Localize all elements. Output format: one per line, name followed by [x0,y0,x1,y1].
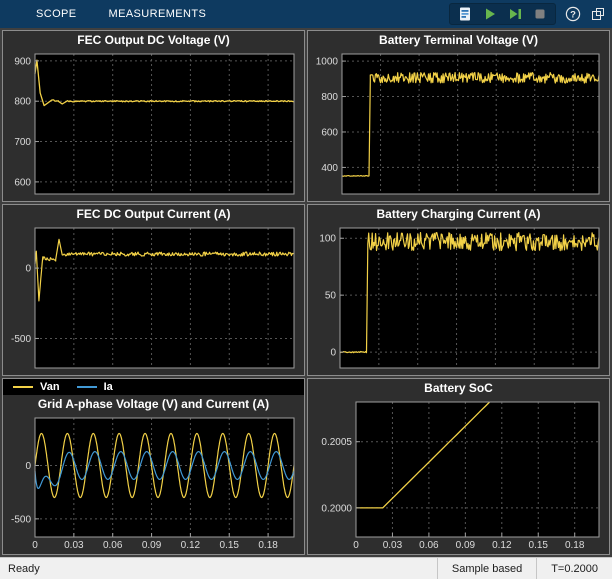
panel-fec-dc-output-current: FEC DC Output Current (A) -500 0 [2,204,305,376]
svg-text:0: 0 [25,264,31,275]
svg-text:0.2005: 0.2005 [321,437,352,448]
plot-grid-a-phase[interactable]: -500 0 0 0.03 0.06 0.09 0.12 0.15 0.18 [5,413,302,552]
help-button[interactable]: ? [565,6,581,22]
panel-grid-a-phase: Van Ia Grid A-phase Voltage (V) and Curr… [2,378,305,555]
svg-text:0.09: 0.09 [456,540,476,551]
svg-text:-500: -500 [11,334,31,345]
legend: Van Ia [3,379,304,395]
svg-text:0.03: 0.03 [64,540,84,551]
chart-title: FEC Output DC Voltage (V) [3,31,304,49]
svg-text:0.18: 0.18 [565,540,585,551]
tab-measurements[interactable]: MEASUREMENTS [93,0,223,28]
plot-battery-charging-current[interactable]: 0 50 100 [310,223,607,373]
panel-battery-charging-current: Battery Charging Current (A) 0 50 100 [307,204,610,376]
simulation-manager-icon[interactable] [457,6,473,22]
status-sim-time: T=0.2000 [536,558,612,579]
svg-text:?: ? [570,9,576,20]
legend-item-van[interactable]: Van [40,381,60,393]
panel-fec-output-dc-voltage: FEC Output DC Voltage (V) 600 700 800 900 [2,30,305,202]
tab-scope[interactable]: SCOPE [20,0,93,28]
svg-text:-500: -500 [11,514,31,525]
panel-battery-terminal-voltage: Battery Terminal Voltage (V) 400 600 800 10… [307,30,610,202]
chart-title: Battery Terminal Voltage (V) [308,31,609,49]
svg-text:0.09: 0.09 [142,540,162,551]
status-bar: Ready Sample based T=0.2000 [0,557,612,579]
svg-text:0.2000: 0.2000 [321,503,352,514]
panel-battery-soc: Battery SoC 0.2000 0.2005 0 0.03 0.06 0.09 0.1… [307,378,610,555]
svg-text:600: 600 [14,177,31,188]
simulation-button-group [449,3,556,25]
toolbar-actions: ? [449,0,606,28]
plot-fec-dc-output-current[interactable]: -500 0 [5,223,302,373]
chart-title: FEC DC Output Current (A) [3,205,304,223]
svg-text:0.06: 0.06 [103,540,123,551]
svg-text:400: 400 [321,163,338,174]
plot-battery-soc[interactable]: 0.2000 0.2005 0 0.03 0.06 0.09 0.12 0.15 0.18 [310,397,607,552]
svg-text:600: 600 [321,127,338,138]
chart-title: Battery SoC [308,379,609,397]
svg-text:100: 100 [319,234,336,245]
svg-text:0: 0 [353,540,359,551]
step-forward-button[interactable] [507,6,523,22]
svg-text:1000: 1000 [316,57,339,68]
svg-text:0: 0 [25,461,31,472]
svg-text:0.06: 0.06 [419,540,439,551]
svg-text:0.18: 0.18 [258,540,278,551]
svg-text:50: 50 [325,291,337,302]
toolstrip: SCOPE MEASUREMENTS [0,0,612,28]
svg-text:800: 800 [14,97,31,108]
svg-text:900: 900 [14,56,31,67]
svg-text:0.15: 0.15 [220,540,240,551]
plot-fec-output-dc-voltage[interactable]: 600 700 800 900 [5,49,302,199]
svg-text:0.12: 0.12 [181,540,201,551]
plot-battery-terminal-voltage[interactable]: 400 600 800 1000 [310,49,607,199]
run-button[interactable] [482,6,498,22]
scope-layout: FEC Output DC Voltage (V) 600 700 800 900 B… [0,28,612,557]
legend-item-ia[interactable]: Ia [104,381,113,393]
chart-title: Battery Charging Current (A) [308,205,609,223]
svg-text:0.15: 0.15 [529,540,549,551]
svg-text:700: 700 [14,137,31,148]
status-ready: Ready [0,563,437,575]
svg-text:0.03: 0.03 [383,540,403,551]
open-in-new-window-icon[interactable] [590,6,606,22]
scope-window: SCOPE MEASUREMENTS [0,0,612,579]
legend-swatch-van [13,386,33,388]
status-sample-mode: Sample based [437,558,536,579]
svg-text:0: 0 [330,348,336,359]
legend-swatch-ia [77,386,97,388]
svg-text:0: 0 [32,540,38,551]
chart-title: Grid A-phase Voltage (V) and Current (A) [3,395,304,413]
svg-text:800: 800 [321,92,338,103]
stop-button[interactable] [532,6,548,22]
svg-text:0.12: 0.12 [492,540,512,551]
